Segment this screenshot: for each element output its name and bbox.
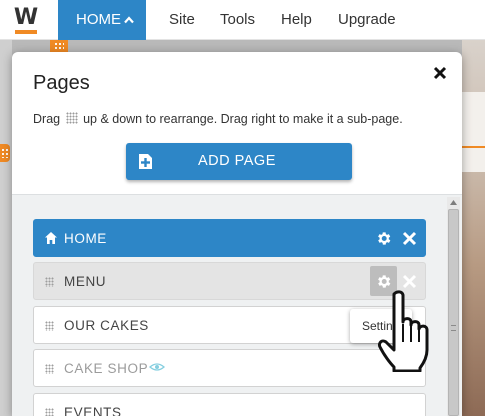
close-icon[interactable] <box>432 65 448 81</box>
hand-pointer-icon <box>378 290 429 372</box>
section-drag-handle-left[interactable] <box>0 144 10 162</box>
nav-home-menu[interactable]: HOME <box>58 0 146 40</box>
page-row-home[interactable]: HOME <box>33 219 426 257</box>
grip-dots-icon <box>1 148 9 158</box>
drag-handle-icon <box>65 112 78 124</box>
page-label-wrapper: CAKE SHOP <box>64 350 166 388</box>
nav-upgrade[interactable]: Upgrade <box>338 0 396 40</box>
nav-help[interactable]: Help <box>281 0 312 40</box>
instructions-suffix: up & down to rearrange. Drag right to ma… <box>83 112 403 126</box>
instructions-text: Drag up & down to rearrange. Drag right … <box>33 112 403 126</box>
add-page-icon <box>139 154 152 169</box>
gear-icon[interactable] <box>375 273 392 290</box>
add-page-label: ADD PAGE <box>198 153 276 169</box>
nav-tools[interactable]: Tools <box>220 0 255 40</box>
logo-letter: W <box>13 5 39 30</box>
top-nav-bar: W HOME Site Tools Help Upgrade <box>0 0 485 40</box>
chevron-up-icon <box>124 16 134 24</box>
page-row-menu[interactable]: MENU <box>33 262 426 300</box>
page-label: MENU <box>64 274 107 289</box>
editor-background-band <box>462 92 485 172</box>
add-page-button[interactable]: ADD PAGE <box>126 143 352 180</box>
page-label: OUR CAKES <box>64 318 149 333</box>
panel-title: Pages <box>33 72 90 94</box>
nav-home-label: HOME <box>76 11 121 28</box>
x-icon[interactable] <box>402 231 417 246</box>
drag-handle-icon[interactable] <box>45 277 54 287</box>
weebly-logo[interactable]: W <box>12 5 42 34</box>
grip-dots-icon <box>54 42 64 50</box>
gear-icon[interactable] <box>375 230 392 247</box>
home-icon <box>45 232 57 244</box>
instructions-prefix: Drag <box>33 112 61 126</box>
eye-icon <box>149 363 166 371</box>
scroll-thumb[interactable] <box>448 209 459 416</box>
page-label: HOME <box>64 231 107 246</box>
scroll-grip-icon <box>451 325 456 331</box>
drag-handle-icon[interactable] <box>45 321 54 331</box>
drag-handle-icon[interactable] <box>45 364 54 374</box>
editor-orange-line <box>462 146 485 148</box>
page-row-cake-shop[interactable]: CAKE SHOP <box>33 349 426 387</box>
page-row-events[interactable]: EVENTS <box>33 393 426 416</box>
page-list-scrollbar[interactable] <box>447 197 460 416</box>
x-icon[interactable] <box>402 274 417 289</box>
drag-handle-icon[interactable] <box>45 408 54 416</box>
page-label: EVENTS <box>64 405 122 416</box>
logo-underline <box>15 30 37 34</box>
scroll-up-arrow-icon[interactable] <box>449 199 458 206</box>
section-drag-handle-top[interactable] <box>50 40 68 52</box>
page-label: CAKE SHOP <box>64 361 149 376</box>
editor-background-left <box>0 40 12 416</box>
nav-site[interactable]: Site <box>169 0 195 40</box>
